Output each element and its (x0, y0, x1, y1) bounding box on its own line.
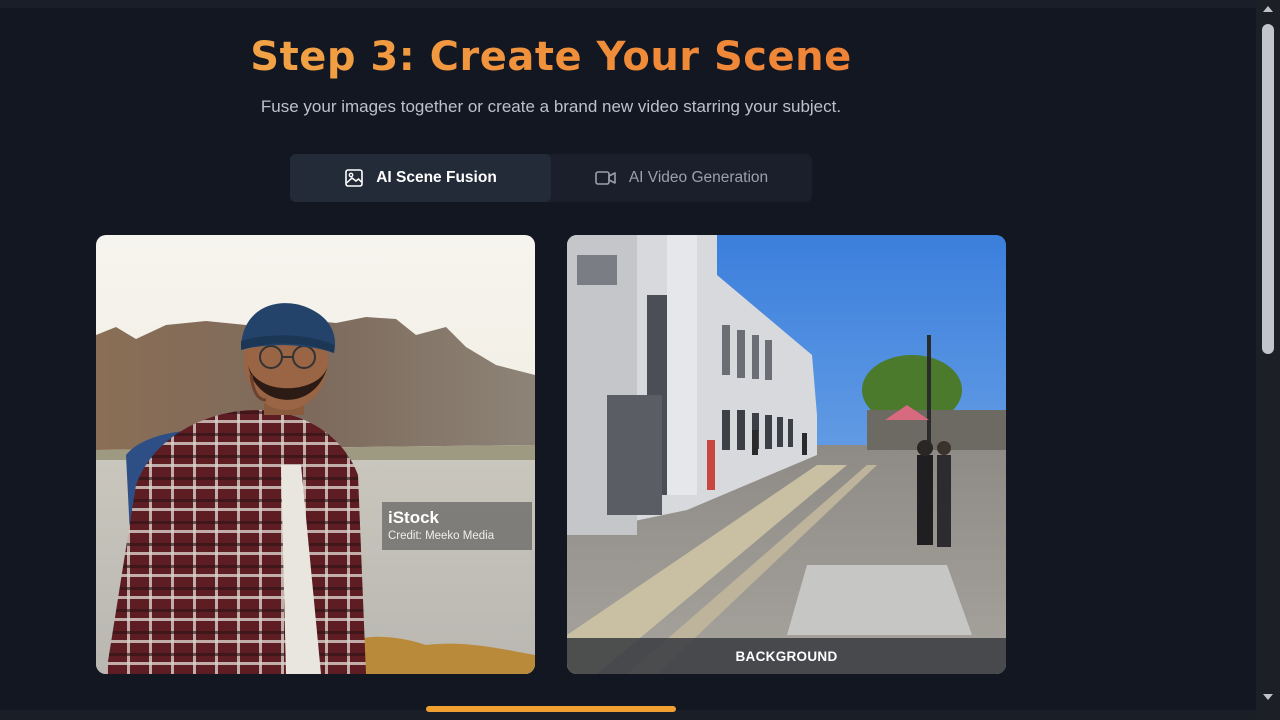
top-strip (0, 0, 1256, 8)
tab-ai-video-generation[interactable]: AI Video Generation (551, 154, 812, 202)
background-image-card[interactable]: BACKGROUND (567, 235, 1006, 674)
subject-photo (96, 235, 535, 674)
scroll-thumb[interactable] (1262, 24, 1274, 354)
background-caption: BACKGROUND (567, 638, 1006, 674)
page-title: Step 3: Create Your Scene (0, 34, 1102, 80)
video-camera-icon (595, 170, 617, 186)
subject-image-card[interactable] (96, 235, 535, 674)
scrollbar[interactable] (1256, 0, 1280, 720)
tab-label: AI Scene Fusion (376, 169, 497, 186)
tab-label: AI Video Generation (628, 169, 769, 186)
image-icon (344, 168, 364, 188)
watermark-credit: Credit: Meeko Media (388, 530, 495, 542)
watermark-brand: iStock (388, 508, 440, 527)
background-photo (567, 235, 1006, 674)
progress-accent (426, 706, 676, 712)
stock-watermark: iStock Credit: Meeko Media (382, 502, 532, 550)
tab-ai-scene-fusion[interactable]: AI Scene Fusion (290, 154, 551, 202)
scroll-down-icon[interactable] (1263, 694, 1273, 700)
scroll-up-icon[interactable] (1263, 6, 1273, 12)
page-subtitle: Fuse your images together or create a br… (260, 97, 842, 116)
page: Step 3: Create Your Scene Fuse your imag… (0, 0, 1280, 720)
mode-tabs: AI Scene Fusion AI Video Generation (290, 154, 812, 202)
